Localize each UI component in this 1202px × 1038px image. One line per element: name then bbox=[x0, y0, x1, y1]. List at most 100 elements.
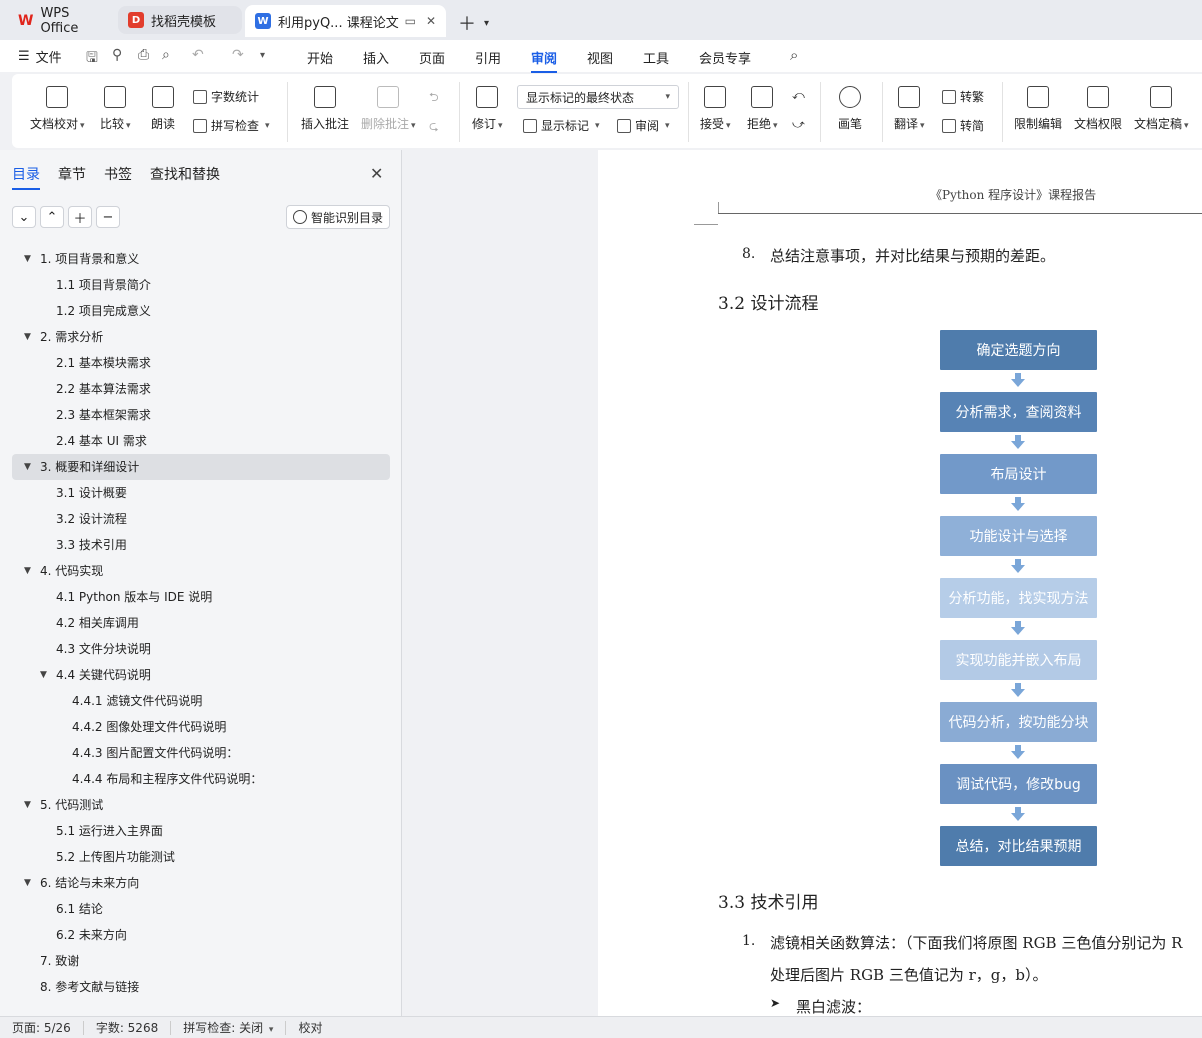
menu-references[interactable]: 引用 bbox=[475, 48, 501, 67]
tab-wps-office[interactable]: W WPS Office bbox=[8, 5, 114, 37]
expand-arrow-icon[interactable]: ▼ bbox=[24, 454, 31, 480]
undo-icon[interactable]: ↶ bbox=[192, 47, 204, 63]
toc-item[interactable]: 2.2 基本算法需求 bbox=[12, 376, 390, 402]
reject-button[interactable]: 拒绝 ▾ bbox=[747, 86, 778, 132]
tab-find-replace[interactable]: 查找和替换 bbox=[150, 164, 220, 190]
toc-item[interactable]: 4.2 相关库调用 bbox=[12, 610, 390, 636]
collapse-up-button[interactable]: ⌃ bbox=[40, 206, 64, 228]
compare-button[interactable]: 比较 ▾ bbox=[100, 86, 131, 132]
toc-item[interactable]: 4.4.4 布局和主程序文件代码说明： bbox=[12, 766, 390, 792]
doc-permission-button[interactable]: 文档权限 bbox=[1074, 86, 1122, 132]
toc-item[interactable]: 3.2 设计流程 bbox=[12, 506, 390, 532]
toc-item[interactable]: 1.2 项目完成意义 bbox=[12, 298, 390, 324]
expand-arrow-icon[interactable]: ▼ bbox=[24, 870, 31, 896]
flow-arrow-icon bbox=[1011, 683, 1025, 697]
to-traditional-button[interactable]: 转繁 bbox=[942, 88, 984, 105]
toc-item[interactable]: 3.1 设计概要 bbox=[12, 480, 390, 506]
spell-check-status[interactable]: 拼写检查: 关闭 ▾ bbox=[171, 1020, 287, 1035]
toc-item[interactable]: ▼ 1. 项目背景和意义 bbox=[12, 246, 390, 272]
expand-arrow-icon[interactable]: ▼ bbox=[24, 792, 31, 818]
toc-item[interactable]: 6.1 结论 bbox=[12, 896, 390, 922]
toc-item[interactable]: ▼ 3. 概要和详细设计 bbox=[12, 454, 390, 480]
finalize-button[interactable]: 文档定稿 ▾ bbox=[1134, 86, 1189, 132]
toc-item[interactable]: ▼ 5. 代码测试 bbox=[12, 792, 390, 818]
more-chevron-icon[interactable]: ▾ bbox=[260, 50, 265, 61]
toc-item[interactable]: 2.1 基本模块需求 bbox=[12, 350, 390, 376]
expand-arrow-icon[interactable]: ▼ bbox=[24, 558, 31, 584]
toc-item[interactable]: 4.4.1 滤镜文件代码说明 bbox=[12, 688, 390, 714]
tab-toc[interactable]: 目录 bbox=[12, 164, 40, 190]
redo-icon[interactable]: ↷ bbox=[232, 47, 244, 63]
next-comment-icon[interactable]: ⮎ bbox=[429, 117, 439, 138]
show-markup-button[interactable]: 显示标记 ▾ bbox=[523, 117, 600, 134]
toc-item[interactable]: ▼ 2. 需求分析 bbox=[12, 324, 390, 350]
accept-button[interactable]: 接受 ▾ bbox=[700, 86, 731, 132]
toc-item[interactable]: ▼ 4. 代码实现 bbox=[12, 558, 390, 584]
toc-item[interactable]: 4.3 文件分块说明 bbox=[12, 636, 390, 662]
toc-item[interactable]: 4.4.2 图像处理文件代码说明 bbox=[12, 714, 390, 740]
menu-view[interactable]: 视图 bbox=[587, 48, 613, 67]
toc-item[interactable]: 4.4.3 图片配置文件代码说明： bbox=[12, 740, 390, 766]
tab-document[interactable]: W 利用pyQ... 课程论文 ▭ ✕ bbox=[245, 5, 446, 37]
file-menu[interactable]: ☰ 文件 bbox=[18, 47, 62, 66]
menu-home[interactable]: 开始 bbox=[307, 48, 333, 67]
track-changes-button[interactable]: 修订 ▾ bbox=[472, 86, 503, 132]
expand-arrow-icon[interactable]: ▼ bbox=[40, 662, 47, 688]
toc-item[interactable]: 6.2 未来方向 bbox=[12, 922, 390, 948]
expand-arrow-icon[interactable]: ▼ bbox=[24, 324, 31, 350]
review-pane-button[interactable]: 审阅 ▾ bbox=[617, 117, 670, 134]
print-icon[interactable]: ⎙ bbox=[138, 47, 149, 63]
toc-item[interactable]: 2.3 基本框架需求 bbox=[12, 402, 390, 428]
menu-page[interactable]: 页面 bbox=[419, 48, 445, 67]
cloud-icon[interactable]: ⚲ bbox=[112, 47, 122, 63]
pen-button[interactable]: 画笔 bbox=[838, 86, 862, 132]
smart-toc-button[interactable]: 智能识别目录 bbox=[286, 205, 390, 229]
chevron-down-icon[interactable]: ▾ bbox=[484, 18, 489, 29]
toc-item[interactable]: ▼ 6. 结论与未来方向 bbox=[12, 870, 390, 896]
toc-item[interactable]: 3.3 技术引用 bbox=[12, 532, 390, 558]
menu-insert[interactable]: 插入 bbox=[363, 48, 389, 67]
read-aloud-button[interactable]: 朗读 bbox=[151, 86, 175, 132]
menu-member[interactable]: 会员专享 bbox=[699, 48, 751, 67]
toc-item[interactable]: ▼ 4.4 关键代码说明 bbox=[12, 662, 390, 688]
tab-chapters[interactable]: 章节 bbox=[58, 164, 86, 190]
search-icon[interactable]: ⌕ bbox=[790, 46, 798, 64]
markup-state-select[interactable]: 显示标记的最终状态 ▾ bbox=[517, 85, 679, 109]
page-indicator[interactable]: 页面: 5/26 bbox=[0, 1020, 84, 1035]
toc-item[interactable]: 2.4 基本 UI 需求 bbox=[12, 428, 390, 454]
close-panel-icon[interactable]: ✕ bbox=[370, 164, 383, 183]
toc-item[interactable]: 8. 参考文献与链接 bbox=[12, 974, 390, 1000]
close-icon[interactable]: ✕ bbox=[426, 14, 436, 28]
menu-tools[interactable]: 工具 bbox=[643, 48, 669, 67]
word-count[interactable]: 字数: 5268 bbox=[84, 1020, 172, 1035]
menu-review[interactable]: 审阅 bbox=[531, 48, 558, 73]
insert-comment-button[interactable]: 插入批注 bbox=[301, 86, 349, 132]
delete-comment-button[interactable]: 删除批注 ▾ bbox=[361, 86, 416, 132]
doc-check-button[interactable]: 文档校对 ▾ bbox=[30, 86, 85, 132]
print-preview-icon[interactable]: ⌕ bbox=[162, 47, 170, 63]
word-count-button[interactable]: 字数统计 bbox=[193, 88, 259, 105]
toc-item[interactable]: 7. 致谢 bbox=[12, 948, 390, 974]
add-level-button[interactable]: ＋ bbox=[68, 206, 92, 228]
previous-change-icon[interactable]: ⤺ bbox=[792, 88, 805, 103]
remove-level-button[interactable]: − bbox=[96, 206, 120, 228]
document-page[interactable]: 《Python 程序设计》课程报告 8. 总结注意事项，并对比结果与预期的差距。… bbox=[598, 150, 1202, 1016]
toc-item[interactable]: 4.1 Python 版本与 IDE 说明 bbox=[12, 584, 390, 610]
translate-button[interactable]: 翻译 ▾ bbox=[894, 86, 925, 132]
window-icon[interactable]: ▭ bbox=[405, 14, 416, 28]
proofread-status[interactable]: 校对 bbox=[286, 1021, 334, 1035]
expand-down-button[interactable]: ⌄ bbox=[12, 206, 36, 228]
tab-template[interactable]: D 找稻壳模板 bbox=[118, 6, 242, 34]
tab-bookmarks[interactable]: 书签 bbox=[104, 164, 132, 190]
new-tab-icon[interactable]: ＋ bbox=[458, 10, 476, 36]
to-simplified-button[interactable]: 转简 bbox=[942, 117, 984, 134]
restrict-edit-button[interactable]: 限制编辑 bbox=[1014, 86, 1062, 132]
next-change-icon[interactable]: ⤻ bbox=[792, 117, 805, 132]
spell-check-button[interactable]: 拼写检查 ▾ bbox=[193, 117, 270, 134]
toc-item[interactable]: 5.1 运行进入主界面 bbox=[12, 818, 390, 844]
previous-comment-icon[interactable]: ⮌ bbox=[429, 88, 439, 109]
save-icon[interactable]: 🖫 bbox=[86, 47, 98, 71]
expand-arrow-icon[interactable]: ▼ bbox=[24, 246, 31, 272]
toc-item[interactable]: 5.2 上传图片功能测试 bbox=[12, 844, 390, 870]
toc-item[interactable]: 1.1 项目背景简介 bbox=[12, 272, 390, 298]
